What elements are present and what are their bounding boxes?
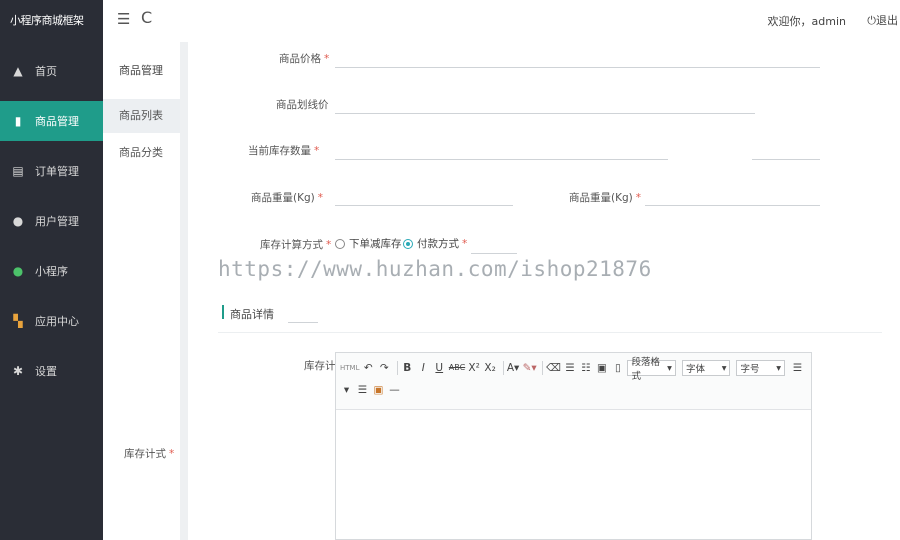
align-right-icon[interactable]: ☰	[356, 382, 369, 398]
sidebar-item-label: 应用中心	[35, 315, 79, 328]
gear-icon: ✱	[12, 364, 24, 378]
sidebar-item-orders[interactable]: ▤ 订单管理	[0, 151, 103, 191]
radio-circle	[335, 238, 345, 249]
welcome-text: 欢迎你，admin	[767, 15, 846, 28]
strike-price-label: 商品划线价	[276, 99, 329, 111]
ordered-list-icon[interactable]: ☰	[563, 360, 576, 376]
section-accent-bar	[222, 305, 224, 319]
bold-button[interactable]: B	[401, 360, 414, 376]
paragraph-format-select[interactable]: 段落格式 ▾	[627, 357, 676, 382]
section-divider	[218, 332, 882, 333]
sidebar-item-label: 订单管理	[35, 165, 79, 178]
stock-label: 当前库存数量 *	[248, 145, 320, 157]
editor-toolbar: HTML ↶ ↷ B I U ABC X² X₂ A▾ ✎▾ ⌫ ☰ ☷ ▣ ▯…	[336, 353, 811, 410]
section-underline	[288, 322, 318, 323]
sidebar-item-label: 设置	[35, 365, 57, 378]
sub-navigation: 商品管理 商品列表 商品分类 库存计式 *	[103, 42, 180, 540]
stock-method-label: 库存计算方式 *	[260, 239, 332, 251]
dropdown-arrow-icon[interactable]: ▾	[340, 382, 353, 398]
weight-input-2[interactable]	[645, 205, 820, 206]
toolbar-separator	[502, 361, 504, 375]
subnav-item-product-category[interactable]: 商品分类	[103, 136, 180, 170]
stock-input-extra[interactable]	[752, 159, 820, 160]
price-input[interactable]	[335, 67, 820, 68]
sidebar-item-label: 首页	[35, 65, 57, 78]
superscript-button[interactable]: X²	[468, 360, 481, 376]
radio-payment[interactable]: 付款方式 *	[403, 236, 467, 251]
weight-input[interactable]	[335, 205, 513, 206]
weight-label: 商品重量(Kg) *	[251, 192, 323, 204]
stock-input[interactable]	[335, 159, 668, 160]
underline-button[interactable]: U	[433, 360, 446, 376]
price-label: 商品价格 *	[279, 53, 330, 65]
sidebar: 小程序商城框架 ▲ 首页 ▮ 商品管理 ▤ 订单管理 ● 用户管理 ● 小程序 …	[0, 0, 103, 540]
section-title: 商品详情	[230, 308, 274, 321]
sidebar-item-apps[interactable]: ▚ 应用中心	[0, 301, 103, 341]
app-title: 小程序商城框架	[10, 14, 84, 27]
font-family-select[interactable]: 字体 ▾	[681, 360, 731, 376]
sidebar-item-label: 小程序	[35, 265, 68, 278]
home-icon: ▲	[13, 64, 23, 78]
horizontal-rule-icon[interactable]: —	[388, 382, 401, 398]
stock-method-label-bottom: 库存计式 *	[124, 448, 175, 460]
mini-program-icon: ●	[12, 264, 24, 278]
gift-icon: ▮	[14, 114, 22, 128]
subscript-button[interactable]: X₂	[484, 360, 497, 376]
strike-price-input[interactable]	[335, 113, 755, 114]
sidebar-item-users[interactable]: ● 用户管理	[0, 201, 103, 241]
stock-method-extra[interactable]	[471, 253, 517, 254]
menu-toggle-icon[interactable]: ☰	[117, 10, 130, 28]
clipboard-icon: ▤	[12, 164, 24, 178]
sidebar-item-products[interactable]: ▮ 商品管理	[0, 101, 103, 141]
html-source-button[interactable]: HTML	[340, 360, 359, 376]
unordered-list-icon[interactable]: ☷	[579, 360, 592, 376]
power-icon: ⏻	[867, 14, 876, 27]
align-left-icon[interactable]: ☰	[791, 360, 804, 376]
panel-divider	[180, 42, 188, 540]
redo-icon[interactable]: ↷	[378, 360, 391, 376]
logout-label: 退出	[876, 14, 898, 27]
sidebar-item-label: 用户管理	[35, 215, 79, 228]
sidebar-item-home[interactable]: ▲ 首页	[0, 51, 103, 91]
radio-circle-selected	[403, 238, 413, 249]
top-bar: ☰ C 欢迎你，admin ⏻退出	[103, 0, 900, 42]
font-size-select[interactable]: 字号 ▾	[736, 360, 785, 376]
user-icon: ●	[12, 214, 24, 228]
eraser-icon[interactable]: ⌫	[546, 360, 561, 376]
highlight-icon[interactable]: ✎▾	[523, 360, 537, 376]
paste-icon[interactable]: ▣	[595, 360, 608, 376]
image-icon[interactable]: ▣	[372, 382, 385, 398]
main-form: 商品价格 * 商品划线价 当前库存数量 * 商品重量(Kg) * 商品重量(Kg) * …	[188, 42, 900, 540]
weight-label-2: 商品重量(Kg) *	[569, 192, 641, 204]
subnav-item-product-list[interactable]: 商品列表	[103, 99, 180, 133]
font-color-button[interactable]: A▾	[507, 360, 520, 376]
subnav-title: 商品管理	[119, 64, 163, 77]
sidebar-item-mini-program[interactable]: ● 小程序	[0, 251, 103, 291]
strikethrough-button[interactable]: ABC	[449, 360, 465, 376]
watermark-text: https://www.huzhan.com/ishop21876	[218, 257, 652, 281]
sidebar-item-label: 商品管理	[35, 115, 79, 128]
clear-doc-icon[interactable]: ▯	[611, 360, 624, 376]
radio-order-deduct[interactable]: 下单减库存	[335, 236, 402, 251]
logout-button[interactable]: ⏻退出	[867, 12, 898, 28]
undo-icon[interactable]: ↶	[362, 360, 375, 376]
refresh-icon[interactable]: C	[141, 8, 152, 27]
sidebar-item-settings[interactable]: ✱ 设置	[0, 351, 103, 391]
toolbar-separator	[542, 361, 544, 375]
rich-text-editor[interactable]: HTML ↶ ↷ B I U ABC X² X₂ A▾ ✎▾ ⌫ ☰ ☷ ▣ ▯…	[335, 352, 812, 540]
toolbar-separator	[396, 361, 398, 375]
italic-button[interactable]: I	[417, 360, 430, 376]
apps-icon: ▚	[13, 314, 23, 328]
